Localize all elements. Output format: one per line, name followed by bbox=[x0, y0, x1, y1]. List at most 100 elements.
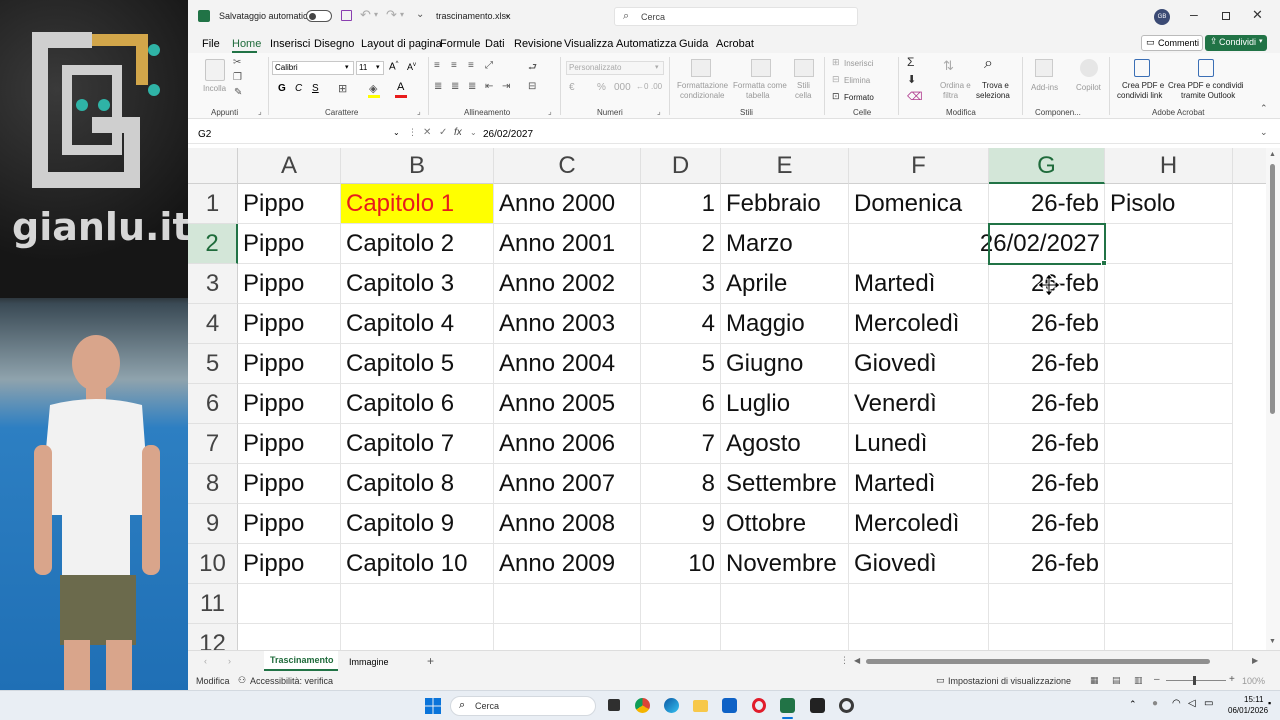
cell-h10[interactable] bbox=[1105, 544, 1233, 584]
row-header-7[interactable]: 7 bbox=[188, 424, 238, 464]
cell-c8[interactable]: Anno 2007 bbox=[494, 464, 641, 504]
cell-f4[interactable]: Mercoledì bbox=[849, 304, 989, 344]
delete-cells-label[interactable]: Elimina bbox=[844, 76, 870, 85]
sheet-prev-icon[interactable]: ‹ bbox=[204, 656, 207, 666]
column-header-g[interactable]: G bbox=[989, 148, 1105, 184]
cell-e7[interactable]: Agosto bbox=[721, 424, 849, 464]
cell-d9[interactable]: 9 bbox=[641, 504, 721, 544]
tray-chevron-icon[interactable]: ⌃ bbox=[1129, 699, 1137, 710]
add-sheet-icon[interactable]: + bbox=[427, 654, 434, 668]
settings-taskbar-icon[interactable] bbox=[839, 698, 854, 713]
cell-c2[interactable]: Anno 2001 bbox=[494, 224, 641, 264]
column-header-b[interactable]: B bbox=[341, 148, 494, 184]
percent-icon[interactable]: % bbox=[597, 82, 606, 93]
user-avatar[interactable]: GB bbox=[1154, 9, 1170, 25]
notification-icon[interactable]: ▪ bbox=[1268, 698, 1271, 708]
maximize-button[interactable] bbox=[1222, 12, 1230, 20]
delete-cells-icon[interactable]: ⊟ bbox=[832, 74, 840, 85]
cell-g9[interactable]: 26-feb bbox=[989, 504, 1105, 544]
cell-c5[interactable]: Anno 2004 bbox=[494, 344, 641, 384]
battery-icon[interactable]: ▭ bbox=[1204, 698, 1213, 709]
wifi-icon[interactable]: ◠ bbox=[1172, 698, 1181, 709]
cell-c9[interactable]: Anno 2008 bbox=[494, 504, 641, 544]
merge-icon[interactable]: ⊟ bbox=[528, 81, 536, 92]
cell-g12[interactable] bbox=[989, 624, 1105, 650]
row-header-12[interactable]: 12 bbox=[188, 624, 238, 650]
cell-a12[interactable] bbox=[238, 624, 341, 650]
cell-c11[interactable] bbox=[494, 584, 641, 624]
pdf-link-label-1[interactable]: Crea PDF e bbox=[1122, 81, 1164, 90]
cell-b7[interactable]: Capitolo 7 bbox=[341, 424, 494, 464]
cell-a4[interactable]: Pippo bbox=[238, 304, 341, 344]
cell-styles-label-1[interactable]: Stili bbox=[797, 81, 810, 90]
display-settings-icon[interactable]: ▭ bbox=[936, 675, 945, 686]
format-cells-icon[interactable]: ⊡ bbox=[832, 91, 840, 102]
cell-f12[interactable] bbox=[849, 624, 989, 650]
copy-icon[interactable]: ❐ bbox=[233, 72, 242, 83]
sort-filter-label-1[interactable]: Ordina e bbox=[940, 81, 971, 90]
pdf-outlook-icon[interactable] bbox=[1198, 59, 1214, 77]
column-header-f[interactable]: F bbox=[849, 148, 989, 184]
taskbar-date[interactable]: 06/01/2026 bbox=[1228, 706, 1268, 715]
confirm-entry-icon[interactable]: ✓ bbox=[439, 127, 447, 138]
decrease-decimal-icon[interactable]: .00 bbox=[651, 82, 662, 91]
edge-icon[interactable] bbox=[664, 698, 679, 713]
conditional-format-icon[interactable] bbox=[691, 59, 711, 77]
taskbar-search[interactable]: ⌕ Cerca bbox=[450, 696, 596, 716]
cell-e4[interactable]: Maggio bbox=[721, 304, 849, 344]
row-header-1[interactable]: 1 bbox=[188, 184, 238, 224]
file-name-chevron-icon[interactable]: ⌄ bbox=[504, 10, 511, 19]
sheet-next-icon[interactable]: › bbox=[228, 656, 231, 666]
name-box[interactable]: G2 bbox=[198, 129, 211, 140]
decrease-font-icon[interactable]: Av bbox=[407, 62, 416, 72]
cell-e6[interactable]: Luglio bbox=[721, 384, 849, 424]
cell-a10[interactable]: Pippo bbox=[238, 544, 341, 584]
decrease-indent-icon[interactable]: ⇤ bbox=[485, 81, 493, 92]
format-as-table-label-1[interactable]: Formatta come bbox=[733, 81, 787, 90]
cell-c1[interactable]: Anno 2000 bbox=[494, 184, 641, 224]
expand-formula-icon[interactable]: ⌄ bbox=[1260, 127, 1268, 138]
mic-icon[interactable]: ● bbox=[1152, 698, 1158, 709]
cell-e12[interactable] bbox=[721, 624, 849, 650]
cell-f10[interactable]: Giovedì bbox=[849, 544, 989, 584]
cell-f11[interactable] bbox=[849, 584, 989, 624]
pdf-outlook-label-1[interactable]: Crea PDF e condividi bbox=[1168, 81, 1244, 90]
chrome-icon[interactable] bbox=[635, 698, 650, 713]
cell-g7[interactable]: 26-feb bbox=[989, 424, 1105, 464]
number-format-select[interactable]: Personalizzato ▾ bbox=[566, 61, 664, 75]
cell-f1[interactable]: Domenica bbox=[849, 184, 989, 224]
cell-f5[interactable]: Giovedì bbox=[849, 344, 989, 384]
horizontal-scroll-thumb[interactable] bbox=[866, 659, 1210, 664]
cell-f8[interactable]: Martedì bbox=[849, 464, 989, 504]
cut-icon[interactable]: ✂ bbox=[233, 57, 241, 68]
cell-h2[interactable] bbox=[1105, 224, 1233, 264]
increase-font-icon[interactable]: A^ bbox=[389, 61, 399, 72]
cell-d5[interactable]: 5 bbox=[641, 344, 721, 384]
cell-h9[interactable] bbox=[1105, 504, 1233, 544]
cell-g4[interactable]: 26-feb bbox=[989, 304, 1105, 344]
redo-icon[interactable]: ↷ bbox=[386, 7, 397, 23]
cell-c7[interactable]: Anno 2006 bbox=[494, 424, 641, 464]
cell-d1[interactable]: 1 bbox=[641, 184, 721, 224]
close-button[interactable]: ✕ bbox=[1252, 7, 1263, 23]
share-button[interactable]: ⇪ Condividi ▾ bbox=[1205, 35, 1267, 51]
orientation-icon[interactable]: ⤢ bbox=[485, 60, 493, 71]
row-header-10[interactable]: 10 bbox=[188, 544, 238, 584]
tab-draw[interactable]: Disegno bbox=[314, 38, 354, 50]
sort-filter-icon[interactable]: ⇅ bbox=[943, 58, 954, 74]
cell-a7[interactable]: Pippo bbox=[238, 424, 341, 464]
save-icon[interactable] bbox=[341, 10, 352, 21]
tab-file[interactable]: File bbox=[202, 38, 220, 50]
paste-label[interactable]: Incolla bbox=[203, 84, 226, 93]
cell-e2[interactable]: Marzo bbox=[721, 224, 849, 264]
accessibility-status[interactable]: Accessibilità: verifica bbox=[250, 676, 333, 686]
italic-icon[interactable]: C bbox=[295, 83, 302, 94]
cell-h6[interactable] bbox=[1105, 384, 1233, 424]
cell-a5[interactable]: Pippo bbox=[238, 344, 341, 384]
conditional-format-label-1[interactable]: Formattazione bbox=[677, 81, 728, 90]
pdf-link-icon[interactable] bbox=[1134, 59, 1150, 77]
increase-indent-icon[interactable]: ⇥ bbox=[502, 81, 510, 92]
sheet-tab-trascinamento[interactable]: Trascinamento bbox=[264, 651, 338, 671]
cell-b11[interactable] bbox=[341, 584, 494, 624]
tab-review[interactable]: Revisione bbox=[514, 38, 562, 50]
